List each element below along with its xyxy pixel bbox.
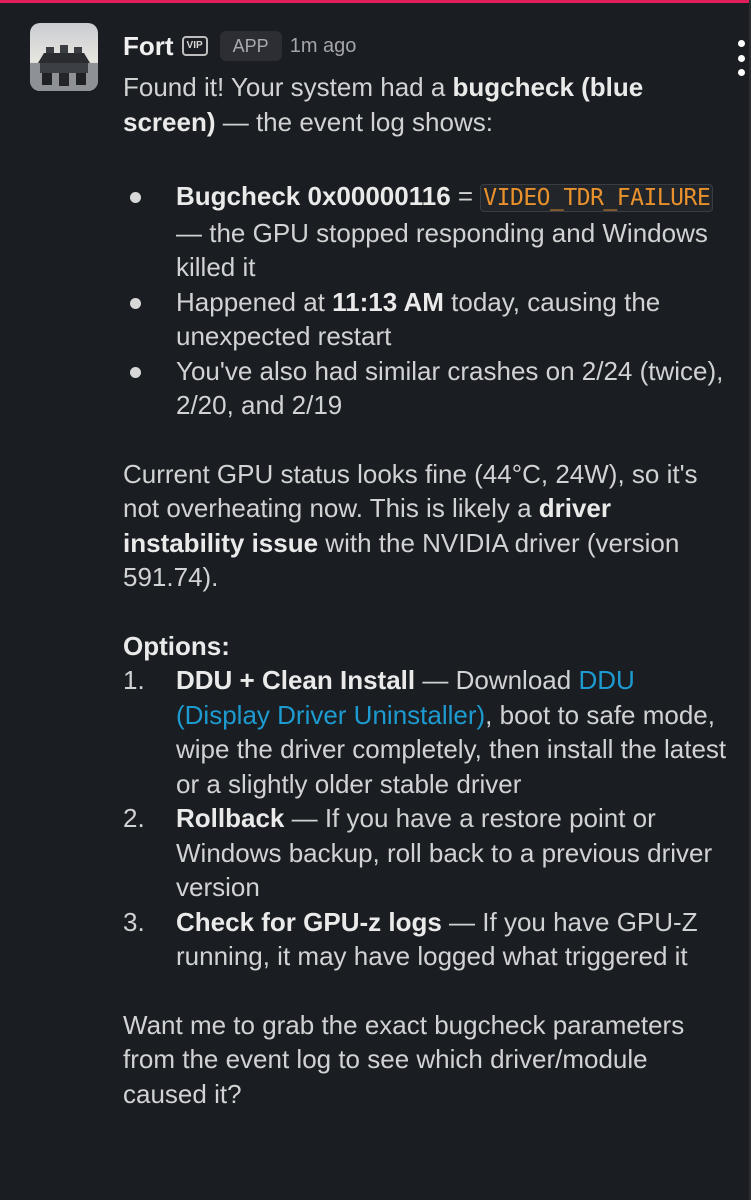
more-vertical-icon — [737, 40, 745, 47]
message-header: Fort VIP APP 1m ago — [123, 28, 356, 64]
closing-paragraph: Want me to grab the exact bugcheck param… — [123, 1009, 685, 1109]
options-heading: Options: — [123, 629, 729, 664]
list-item: Happened at 11:13 AM today, causing the … — [123, 285, 729, 354]
more-options-button[interactable] — [735, 38, 747, 78]
list-text: Happened at — [176, 286, 333, 317]
option-text: — Download — [415, 665, 579, 695]
status-paragraph: Current GPU status looks fine (44°C, 24W… — [123, 457, 729, 595]
more-vertical-icon-dot — [737, 54, 745, 62]
list-number: 1. — [123, 665, 145, 695]
bugcheck-code-bold: Bugcheck 0x00000116 — [176, 181, 451, 211]
bullet-icon — [130, 366, 141, 378]
top-accent-line — [0, 0, 751, 3]
options-heading-text: Options: — [123, 630, 230, 661]
app-badge: APP — [219, 31, 282, 61]
list-item: You've also had similar crashes on 2/24 … — [123, 354, 729, 423]
intro-suffix: — the event log shows: — [215, 106, 493, 137]
message-timestamp[interactable]: 1m ago — [290, 35, 357, 58]
more-vertical-icon-dot — [737, 69, 745, 76]
list-item: 3. Check for GPU-z logs — If you have GP… — [123, 905, 729, 974]
intro-text: Found it! Your system had a — [123, 72, 453, 102]
bullet-icon — [130, 297, 141, 309]
option-title: Check for GPU-z logs — [176, 906, 442, 937]
crash-time-bold: 11:13 AM — [332, 286, 444, 317]
findings-list: Bugcheck 0x00000116 = VIDEO_TDR_FAILURE … — [123, 179, 729, 423]
list-text: You've also had similar crashes on 2/24 … — [176, 355, 724, 421]
list-text: — the GPU stopped responding and Windows… — [176, 217, 708, 283]
list-item: 2. Rollback — If you have a restore poin… — [123, 801, 729, 905]
intro-paragraph: Found it! Your system had a bugcheck (bl… — [123, 70, 729, 139]
bullet-icon — [130, 192, 141, 203]
inline-code: VIDEO_TDR_FAILURE — [480, 184, 714, 212]
avatar[interactable] — [30, 23, 98, 91]
option-title: Rollback — [176, 803, 285, 833]
list-number: 3. — [123, 906, 145, 937]
options-list: 1. DDU + Clean Install — Download DDU (D… — [123, 663, 729, 974]
message-body: Found it! Your system had a bugcheck (bl… — [123, 70, 729, 1111]
vip-badge: VIP — [181, 36, 208, 56]
list-item: Bugcheck 0x00000116 = VIDEO_TDR_FAILURE … — [123, 179, 729, 285]
option-title: DDU + Clean Install — [176, 665, 416, 695]
list-item: 1. DDU + Clean Install — Download DDU (D… — [123, 663, 729, 801]
avatar-image — [30, 23, 98, 91]
list-number: 2. — [123, 803, 145, 833]
author-name[interactable]: Fort — [123, 31, 174, 62]
status-text: Current GPU status looks fine (44°C, 24W… — [123, 458, 698, 524]
list-text: = — [450, 181, 481, 211]
